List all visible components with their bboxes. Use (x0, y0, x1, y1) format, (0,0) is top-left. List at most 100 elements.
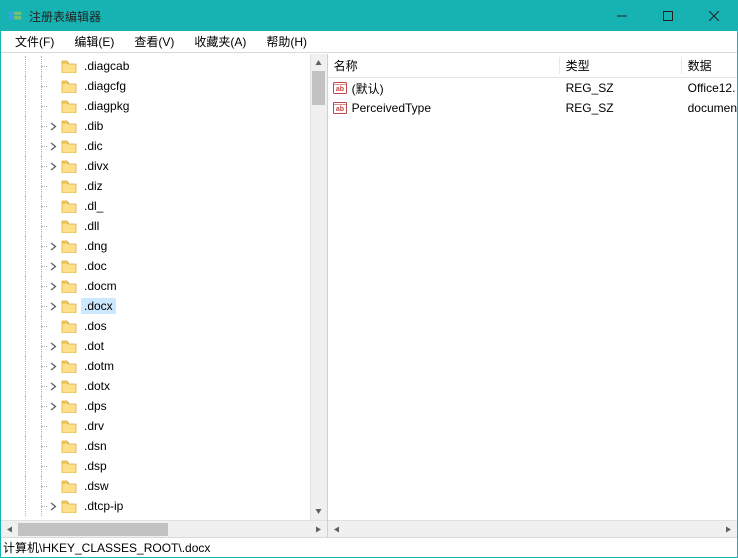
expand-icon[interactable] (47, 340, 59, 352)
window: 注册表编辑器 文件(F) 编辑(E) 查看(V) 收藏夹(A) 帮助(H) .d… (0, 0, 738, 558)
tree-node[interactable]: .dotm (1, 356, 310, 376)
registry-tree[interactable]: .diagcab.diagcfg .diagpkg .dib .dic.divx.di… (1, 54, 310, 516)
tree-node[interactable]: .dsn (1, 436, 310, 456)
tree-node[interactable]: .dll (1, 216, 310, 236)
tree-node[interactable]: .dib (1, 116, 310, 136)
scroll-thumb[interactable] (18, 523, 168, 536)
scroll-right-icon[interactable] (720, 521, 737, 538)
tree-node[interactable]: .dsp (1, 456, 310, 476)
tree-node-label: .dotm (81, 358, 117, 374)
titlebar[interactable]: 注册表编辑器 (1, 1, 737, 31)
values-list[interactable]: (默认)REG_SZOffice12.PerceivedTypeREG_SZdo… (328, 78, 737, 520)
value-type: REG_SZ (560, 81, 682, 95)
scroll-thumb[interactable] (345, 523, 720, 536)
column-type[interactable]: 类型 (560, 57, 682, 74)
expand-icon[interactable] (47, 120, 59, 132)
tree-vscrollbar[interactable] (310, 54, 327, 520)
expand-icon (47, 220, 59, 232)
folder-icon (61, 419, 77, 433)
expand-icon[interactable] (47, 400, 59, 412)
tree-node[interactable]: .dl_ (1, 196, 310, 216)
value-data: Office12. (682, 81, 737, 95)
tree-node-label: .dsp (81, 458, 110, 474)
expand-icon[interactable] (47, 280, 59, 292)
folder-icon (61, 179, 77, 193)
folder-icon (61, 119, 77, 133)
minimize-button[interactable] (599, 1, 645, 31)
folder-icon (61, 339, 77, 353)
tree-node[interactable]: .diagcfg (1, 76, 310, 96)
expand-icon[interactable] (47, 160, 59, 172)
tree-node[interactable]: .dtcp-ip (1, 496, 310, 516)
maximize-button[interactable] (645, 1, 691, 31)
tree-node[interactable]: .dsw (1, 476, 310, 496)
tree-node[interactable]: .drv (1, 416, 310, 436)
folder-icon (61, 299, 77, 313)
expand-icon[interactable] (47, 260, 59, 272)
tree-node[interactable]: .dic (1, 136, 310, 156)
expand-icon[interactable] (47, 360, 59, 372)
tree-node[interactable]: .docx (1, 296, 310, 316)
column-name[interactable]: 名称 (328, 57, 560, 74)
tree-node[interactable]: .diagcab (1, 56, 310, 76)
scroll-up-icon[interactable] (310, 54, 327, 71)
menu-view[interactable]: 查看(V) (124, 31, 184, 52)
tree-hscrollbar[interactable] (1, 520, 327, 537)
value-name: (默认) (352, 80, 560, 97)
menu-edit[interactable]: 编辑(E) (64, 31, 124, 52)
tree-node[interactable]: .diagpkg (1, 96, 310, 116)
folder-icon (61, 319, 77, 333)
tree-node-label: .dot (81, 338, 107, 354)
column-data[interactable]: 数据 (682, 57, 737, 74)
expand-icon (47, 60, 59, 72)
folder-icon (61, 79, 77, 93)
tree-node-label: .dib (81, 118, 106, 134)
folder-icon (61, 159, 77, 173)
tree-node-label: .dotx (81, 378, 113, 394)
scroll-left-icon[interactable] (1, 521, 18, 538)
tree-node[interactable]: .doc (1, 256, 310, 276)
tree-node-label: .docx (81, 298, 116, 314)
expand-icon[interactable] (47, 380, 59, 392)
expand-icon[interactable] (47, 500, 59, 512)
tree-node-label: .dsn (81, 438, 110, 454)
folder-icon (61, 279, 77, 293)
menu-file[interactable]: 文件(F) (5, 31, 64, 52)
window-title: 注册表编辑器 (29, 8, 101, 25)
values-hscrollbar[interactable] (328, 520, 737, 537)
string-value-icon (332, 80, 348, 96)
value-row[interactable]: (默认)REG_SZOffice12. (328, 78, 737, 98)
expand-icon[interactable] (47, 140, 59, 152)
values-pane: 名称 类型 数据 (默认)REG_SZOffice12.PerceivedTyp… (328, 54, 737, 537)
tree-node-label: .diagpkg (81, 98, 132, 114)
menu-help[interactable]: 帮助(H) (256, 31, 317, 52)
scroll-right-icon[interactable] (310, 521, 327, 538)
expand-icon (47, 200, 59, 212)
scroll-down-icon[interactable] (310, 503, 327, 520)
folder-icon (61, 439, 77, 453)
tree-node[interactable]: .dng (1, 236, 310, 256)
tree-node[interactable]: .divx (1, 156, 310, 176)
expand-icon (47, 100, 59, 112)
tree-node[interactable]: .diz (1, 176, 310, 196)
folder-icon (61, 219, 77, 233)
close-button[interactable] (691, 1, 737, 31)
folder-icon (61, 239, 77, 253)
expand-icon[interactable] (47, 240, 59, 252)
expand-icon[interactable] (47, 300, 59, 312)
expand-icon (47, 80, 59, 92)
tree-pane: .diagcab.diagcfg .diagpkg .dib .dic.divx.di… (1, 54, 328, 537)
value-row[interactable]: PerceivedTypeREG_SZdocumen (328, 98, 737, 118)
menu-favorites[interactable]: 收藏夹(A) (184, 31, 256, 52)
scroll-thumb[interactable] (312, 71, 325, 105)
tree-node-label: .drv (81, 418, 107, 434)
tree-node[interactable]: .dps (1, 396, 310, 416)
folder-icon (61, 479, 77, 493)
scroll-left-icon[interactable] (328, 521, 345, 538)
tree-node[interactable]: .dos (1, 316, 310, 336)
menubar: 文件(F) 编辑(E) 查看(V) 收藏夹(A) 帮助(H) (1, 31, 737, 53)
value-type: REG_SZ (560, 101, 682, 115)
tree-node[interactable]: .docm (1, 276, 310, 296)
tree-node[interactable]: .dot (1, 336, 310, 356)
tree-node[interactable]: .dotx (1, 376, 310, 396)
